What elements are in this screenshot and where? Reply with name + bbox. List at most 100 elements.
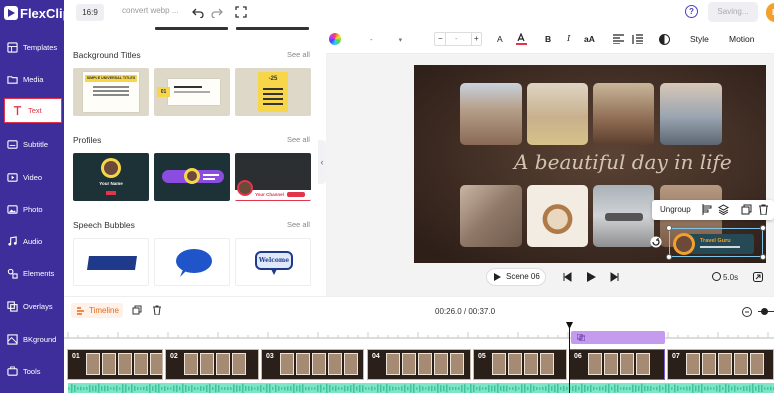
sidebar-item-media[interactable]: Media (0, 64, 64, 94)
overlay-track-bar[interactable] (571, 331, 665, 344)
previous-row-thumb[interactable] (236, 27, 309, 30)
scene-clip[interactable]: 07 (667, 349, 774, 380)
scene-selector-button[interactable]: Scene 06 (486, 268, 546, 286)
templates-icon (7, 41, 18, 53)
previous-row-thumb[interactable] (155, 27, 228, 30)
speech-bubble-template[interactable] (73, 238, 149, 286)
scene-clip[interactable]: 01 (67, 349, 163, 380)
sidebar-item-background[interactable]: BKground (0, 324, 64, 354)
expand-preview-icon[interactable] (753, 272, 763, 282)
profile-template[interactable]: Your Channel (235, 153, 311, 201)
increase-size-button[interactable]: + (474, 33, 479, 45)
sidebar-item-label: Tools (23, 366, 41, 376)
opacity-icon[interactable] (659, 34, 670, 45)
delete-icon[interactable] (758, 204, 769, 215)
video-icon (7, 172, 18, 182)
playhead[interactable] (569, 324, 570, 393)
scene-clip[interactable]: 03 (261, 349, 364, 380)
layers-icon[interactable] (718, 204, 729, 215)
scene-duration[interactable]: 5.0s (712, 272, 738, 282)
project-name-field[interactable]: convert webp ... (122, 6, 178, 15)
duplicate-icon[interactable] (741, 204, 752, 215)
align-icon[interactable] (702, 204, 713, 215)
flexclip-logo[interactable]: FlexClip (4, 4, 71, 22)
background-title-template[interactable]: 01 (154, 68, 230, 116)
next-scene-icon[interactable] (610, 272, 620, 282)
sidebar-item-overlays[interactable]: Overlays (0, 291, 64, 321)
italic-button[interactable]: I (567, 34, 570, 44)
speech-bubble-template[interactable] (154, 238, 230, 286)
template-number: -25 (268, 76, 278, 82)
style-button[interactable]: Style (690, 34, 709, 44)
redo-icon[interactable] (211, 6, 223, 18)
copy-icon[interactable] (132, 305, 142, 315)
section-title: Speech Bubbles (73, 220, 135, 230)
audio-track[interactable] (68, 383, 774, 393)
motion-button[interactable]: Motion (729, 34, 755, 44)
play-icon[interactable] (586, 272, 596, 282)
video-canvas[interactable]: A beautiful day in life Travel Guru (414, 65, 766, 263)
color-picker-icon[interactable] (329, 33, 341, 45)
text-color-icon[interactable]: A (497, 34, 503, 44)
template-heading: SIMPLE UNIVERSAL TITLES (85, 75, 137, 82)
sidebar-item-audio[interactable]: Audio (0, 226, 64, 256)
sidebar-item-tools[interactable]: Tools (0, 356, 64, 386)
see-all-link[interactable]: See all (287, 50, 310, 59)
profile-badge[interactable]: Travel Guru (673, 233, 754, 255)
scene-clip[interactable]: 04 (367, 349, 471, 380)
scene-clip-selected[interactable]: 06 (569, 349, 665, 380)
sidebar-item-elements[interactable]: Elements (0, 258, 64, 288)
sidebar-item-text[interactable]: Text (4, 98, 62, 123)
scene-clip[interactable]: 02 (165, 349, 259, 380)
zoom-out-icon[interactable] (742, 307, 752, 317)
photo-coffee[interactable] (527, 185, 588, 247)
background-title-template[interactable]: -25 (235, 68, 311, 116)
photo-building[interactable] (460, 83, 522, 145)
photo-statue[interactable] (460, 185, 522, 247)
sidebar-item-photo[interactable]: Photo (0, 194, 64, 224)
photo-city-skyline[interactable] (660, 83, 722, 145)
font-family-dropdown[interactable]: - ▾ (370, 35, 402, 44)
overlays-icon (7, 300, 18, 312)
aspect-ratio-button[interactable]: 16:9 (76, 4, 104, 21)
selected-profile-group[interactable]: Travel Guru (666, 225, 766, 260)
undo-icon[interactable] (192, 6, 204, 18)
ungroup-button[interactable]: Ungroup (660, 205, 691, 214)
text-case-button[interactable]: aA (584, 34, 595, 44)
background-title-template[interactable]: SIMPLE UNIVERSAL TITLES (73, 68, 149, 116)
decrease-size-button[interactable]: − (438, 33, 443, 45)
photo-eiffel-tower[interactable] (593, 83, 654, 145)
collapse-panel-button[interactable]: ‹ (318, 140, 326, 184)
font-size-stepper[interactable]: − - + (434, 32, 482, 46)
highlight-color-icon[interactable] (516, 33, 527, 45)
see-all-link[interactable]: See all (287, 220, 310, 229)
sidebar-item-video[interactable]: Video (0, 162, 64, 192)
line-spacing-icon[interactable] (632, 34, 643, 44)
photo-drone[interactable] (593, 185, 654, 247)
sidebar-item-subtitle[interactable]: Subtitle (0, 129, 64, 159)
timeline-icon (77, 307, 84, 315)
fullscreen-icon[interactable] (235, 6, 247, 18)
align-left-icon[interactable] (613, 34, 624, 44)
help-icon[interactable]: ? (685, 5, 698, 18)
sidebar-item-label: Video (23, 172, 43, 182)
previous-scene-icon[interactable] (562, 272, 572, 282)
saving-status-button: Saving... (708, 2, 758, 22)
font-size-value[interactable]: - (455, 33, 458, 45)
sidebar-item-templates[interactable]: Templates (0, 32, 64, 62)
timeline-toggle-button[interactable]: Timeline (71, 303, 123, 318)
overlay-layer-icon (577, 334, 585, 341)
speech-bubble-template[interactable]: Welcome (235, 238, 311, 286)
profile-template[interactable]: Your Name (73, 153, 149, 201)
rotate-icon[interactable] (650, 236, 662, 248)
scene-clip[interactable]: 05 (473, 349, 567, 380)
script-title-text[interactable]: A beautiful day in life (514, 150, 732, 174)
trash-icon[interactable] (152, 305, 162, 315)
zoom-slider-handle[interactable] (761, 308, 768, 315)
element-context-menu: Ungroup (652, 200, 774, 220)
bold-button[interactable]: B (545, 34, 551, 44)
photo-woman-field[interactable] (527, 83, 588, 145)
profile-template[interactable] (154, 153, 230, 201)
see-all-link[interactable]: See all (287, 135, 310, 144)
export-button[interactable]: E (766, 3, 774, 22)
